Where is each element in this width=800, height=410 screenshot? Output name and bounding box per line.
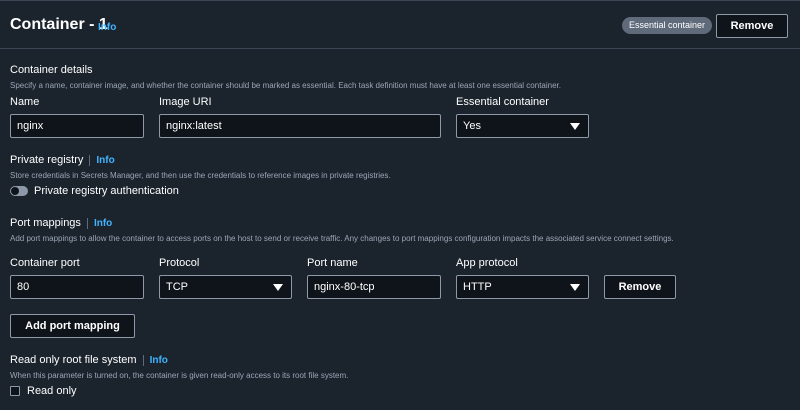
private-registry-title-text: Private registry (10, 154, 84, 166)
port-name-label: Port name (307, 257, 358, 269)
page-title: Container - 1 (10, 16, 108, 33)
add-port-mapping-button[interactable]: Add port mapping (10, 314, 135, 338)
app-protocol-label: App protocol (456, 257, 518, 269)
protocol-value: TCP (166, 281, 188, 293)
image-uri-label: Image URI (159, 96, 212, 108)
port-mappings-description: Add port mappings to allow the container… (10, 234, 674, 243)
port-name-input[interactable]: nginx-80-tcp (307, 275, 441, 299)
title-divider (89, 154, 91, 166)
protocol-label: Protocol (159, 257, 200, 269)
read-only-info-link[interactable]: Info (150, 355, 168, 366)
read-only-description: When this parameter is turned on, the co… (10, 371, 349, 380)
panel-header: Container - 1 Info Essential container R… (0, 1, 800, 49)
container-port-input[interactable]: 80 (10, 275, 144, 299)
read-only-title: Read only root file system Info (10, 354, 168, 366)
remove-container-button[interactable]: Remove (716, 14, 788, 38)
private-registry-title: Private registry Info (10, 154, 115, 166)
private-registry-toggle-label: Private registry authentication (34, 185, 179, 197)
essential-container-value: Yes (463, 120, 481, 132)
container-panel: Container - 1 Info Essential container R… (0, 0, 800, 410)
name-label: Name (10, 96, 40, 108)
remove-port-mapping-button[interactable]: Remove (604, 275, 676, 299)
title-divider (86, 217, 88, 229)
container-details-description: Specify a name, container image, and whe… (10, 81, 561, 90)
read-only-checkbox-label: Read only (27, 385, 77, 397)
essential-container-label: Essential container (456, 96, 549, 108)
title-info-link[interactable]: Info (98, 22, 116, 33)
read-only-checkbox[interactable] (10, 386, 20, 396)
private-registry-description: Store credentials in Secrets Manager, an… (10, 171, 391, 180)
container-port-label: Container port (10, 257, 80, 269)
caret-down-icon (273, 284, 283, 291)
port-mappings-title: Port mappings Info (10, 217, 112, 229)
container-details-title: Container details (10, 64, 93, 76)
app-protocol-value: HTTP (463, 281, 492, 293)
image-uri-input[interactable]: nginx:latest (159, 114, 441, 138)
private-registry-info-link[interactable]: Info (96, 155, 114, 166)
port-mappings-title-text: Port mappings (10, 217, 81, 229)
toggle-knob (11, 187, 19, 195)
protocol-select[interactable]: TCP (159, 275, 292, 299)
name-input[interactable]: nginx (10, 114, 144, 138)
port-mappings-info-link[interactable]: Info (94, 218, 112, 229)
title-divider (142, 354, 144, 366)
private-registry-toggle[interactable] (10, 186, 28, 196)
caret-down-icon (570, 284, 580, 291)
app-protocol-select[interactable]: HTTP (456, 275, 589, 299)
caret-down-icon (570, 123, 580, 130)
read-only-title-text: Read only root file system (10, 354, 137, 366)
essential-container-badge: Essential container (622, 17, 713, 34)
essential-container-select[interactable]: Yes (456, 114, 589, 138)
